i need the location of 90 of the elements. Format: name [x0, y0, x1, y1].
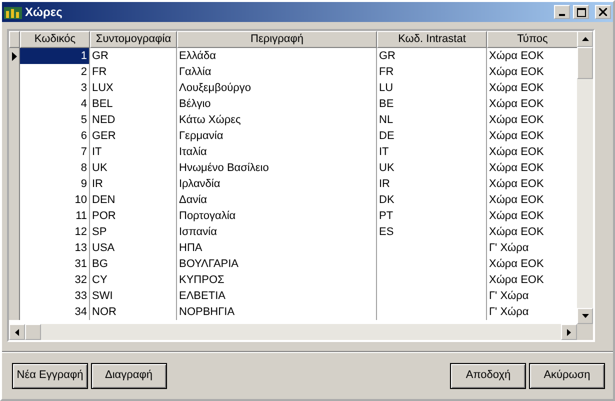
table-cell[interactable]: Ηνωμένο Βασίλειο [177, 160, 377, 176]
table-cell[interactable]: LUX [90, 80, 177, 96]
row-pointer-icon [12, 52, 16, 60]
table-cell[interactable]: GR [90, 48, 177, 64]
table-cell[interactable]: GR [377, 48, 487, 64]
table-cell[interactable]: Λουξεμβούργο [177, 80, 377, 96]
minimize-button[interactable] [554, 5, 570, 19]
column-header[interactable]: Τύπος [487, 31, 577, 48]
table-cell[interactable]: Βέλγιο [177, 96, 377, 112]
scroll-left-icon[interactable] [9, 324, 25, 340]
scroll-thumb[interactable] [577, 47, 593, 79]
table-cell[interactable]: 12 [20, 224, 90, 240]
table-cell[interactable]: 1 [20, 48, 90, 64]
table-cell[interactable]: 31 [20, 256, 90, 272]
table-cell[interactable]: Ιρλανδία [177, 176, 377, 192]
table-cell[interactable]: 34 [20, 304, 90, 320]
column-header[interactable]: Κωδ. Intrastat [377, 31, 487, 48]
table-cell[interactable]: 11 [20, 208, 90, 224]
table-cell[interactable]: 8 [20, 160, 90, 176]
maximize-icon [576, 8, 586, 16]
dialog-button[interactable]: Διαγραφή [90, 362, 167, 388]
table-cell[interactable]: ΗΠΑ [177, 240, 377, 256]
column-header[interactable]: Περιγραφή [177, 31, 377, 48]
table-cell[interactable]: 5 [20, 112, 90, 128]
app-icon [4, 5, 22, 19]
table-cell[interactable]: 10 [20, 192, 90, 208]
table-cell[interactable]: Πορτογαλία [177, 208, 377, 224]
table-cell[interactable]: 9 [20, 176, 90, 192]
table-cell[interactable]: GER [90, 128, 177, 144]
table-cell[interactable]: 6 [20, 128, 90, 144]
column-header[interactable]: Κωδικός [20, 31, 90, 48]
table-cell[interactable]: BG [90, 256, 177, 272]
table-cell[interactable]: PT [377, 208, 487, 224]
dialog-button[interactable]: Ακύρωση [529, 362, 605, 388]
scroll-thumb[interactable] [25, 324, 41, 340]
table-cell[interactable]: IR [377, 176, 487, 192]
table-cell[interactable]: FR [90, 64, 177, 80]
table-cell[interactable]: Δανία [177, 192, 377, 208]
table-cell[interactable]: Ιταλία [177, 144, 377, 160]
table-cell[interactable]: NED [90, 112, 177, 128]
table-cell[interactable]: LU [377, 80, 487, 96]
table-cell[interactable]: SWI [90, 288, 177, 304]
table-cell[interactable]: Γερμανία [177, 128, 377, 144]
close-button[interactable] [595, 5, 611, 19]
table-cell[interactable]: FR [377, 64, 487, 80]
table-cell[interactable]: ΕΛΒΕΤΙΑ [177, 288, 377, 304]
table-cell[interactable]: DEN [90, 192, 177, 208]
table-cell[interactable]: 2 [20, 64, 90, 80]
table-cell[interactable]: NL [377, 112, 487, 128]
table-cell[interactable]: IR [90, 176, 177, 192]
table-cell[interactable]: Ισπανία [177, 224, 377, 240]
table-cell[interactable]: ΚΥΠΡΟΣ [177, 272, 377, 288]
scroll-right-icon[interactable] [561, 324, 577, 340]
table-cell[interactable]: DE [377, 128, 487, 144]
scroll-up-icon[interactable] [577, 31, 593, 47]
table-cell[interactable]: UK [377, 160, 487, 176]
table-cell[interactable]: 4 [20, 96, 90, 112]
table-cell[interactable]: ΒΟΥΛΓΑΡΙΑ [177, 256, 377, 272]
table-cell[interactable]: NOR [90, 304, 177, 320]
table-cell[interactable]: 32 [20, 272, 90, 288]
maximize-button[interactable] [573, 5, 590, 19]
table-cell[interactable]: 13 [20, 240, 90, 256]
table-cell[interactable]: UK [90, 160, 177, 176]
vertical-scrollbar[interactable] [577, 31, 593, 324]
window-title: Χώρες [25, 6, 64, 18]
table-cell[interactable]: IT [377, 144, 487, 160]
table-cell[interactable]: 7 [20, 144, 90, 160]
row-indicator[interactable] [9, 48, 20, 64]
table-cell[interactable]: BEL [90, 96, 177, 112]
column-header[interactable]: Συντομογραφία [90, 31, 177, 48]
table-cell[interactable]: 33 [20, 288, 90, 304]
close-icon [599, 8, 607, 16]
table-cell[interactable]: CY [90, 272, 177, 288]
table-cell[interactable]: POR [90, 208, 177, 224]
table-cell[interactable]: Ελλάδα [177, 48, 377, 64]
table-cell[interactable]: IT [90, 144, 177, 160]
table-cell[interactable]: SP [90, 224, 177, 240]
table-cell[interactable]: BE [377, 96, 487, 112]
dialog-button[interactable]: Αποδοχή [450, 362, 526, 388]
table-cell[interactable]: ΝΟΡΒΗΓΙΑ [177, 304, 377, 320]
table-cell[interactable]: DK [377, 192, 487, 208]
table-cell[interactable]: Γαλλία [177, 64, 377, 80]
scrollbar-corner [577, 324, 593, 340]
scroll-down-icon[interactable] [577, 308, 593, 324]
dialog-button[interactable]: Νέα Εγγραφή [12, 362, 88, 388]
table-cell[interactable]: ES [377, 224, 487, 240]
horizontal-scrollbar[interactable] [9, 324, 593, 340]
table-cell[interactable]: Κάτω Χώρες [177, 112, 377, 128]
table-cell[interactable]: 3 [20, 80, 90, 96]
table-cell[interactable]: USA [90, 240, 177, 256]
